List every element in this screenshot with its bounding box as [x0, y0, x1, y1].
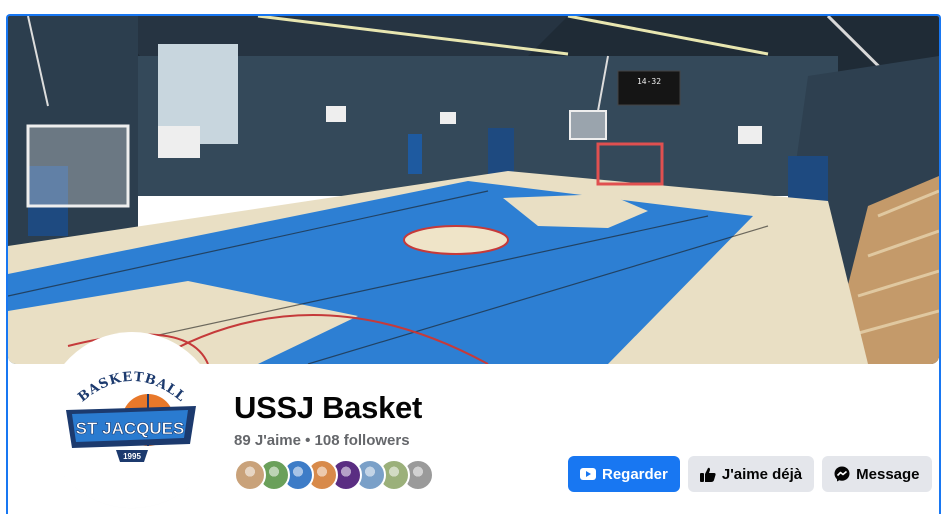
page-actions: Regarder J'aime déjà Message: [568, 456, 932, 492]
page-title: USSJ Basket: [234, 390, 422, 425]
messenger-icon: [834, 466, 850, 482]
profile-avatar[interactable]: BASKETBALL ST JACQUES 1995: [48, 336, 216, 504]
logo-main-text: ST JACQUES: [76, 419, 185, 438]
liked-button-label: J'aime déjà: [721, 465, 803, 483]
scoreboard-text: 14-32: [637, 77, 661, 86]
liked-button[interactable]: J'aime déjà: [687, 456, 815, 492]
logo-year: 1995: [123, 452, 141, 461]
page-stats[interactable]: 89 J'aime • 108 followers: [234, 432, 410, 449]
watch-button-label: Regarder: [602, 465, 668, 483]
cover-photo[interactable]: 14-32: [8, 16, 939, 364]
watch-button[interactable]: Regarder: [568, 456, 680, 492]
page-frame: 14-32 BASKETBALL ST JACQUES 1995 USSJ Ba…: [6, 14, 941, 514]
play-icon: [580, 466, 596, 482]
friend-avatar[interactable]: [234, 459, 266, 491]
friend-avatars[interactable]: [234, 459, 434, 491]
message-button[interactable]: Message: [822, 456, 932, 492]
message-button-label: Message: [856, 465, 920, 483]
thumbs-up-icon: [699, 466, 716, 482]
